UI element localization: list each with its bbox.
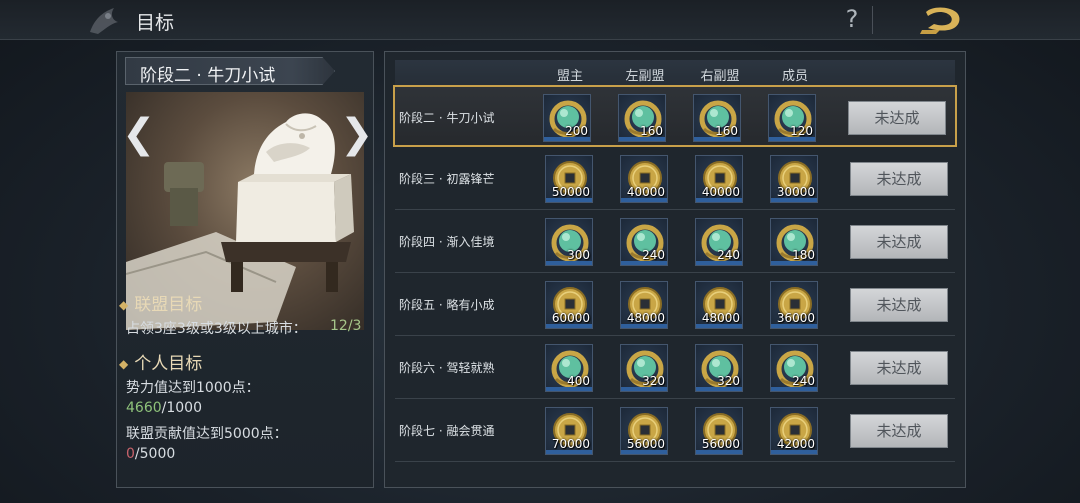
jade-reward-icon[interactable]: 180 <box>770 218 818 266</box>
contribution-goal-progress: 0/5000 <box>126 446 175 462</box>
power-goal-text: 势力值达到1000点： <box>126 380 260 396</box>
jade-reward-icon[interactable]: 320 <box>620 344 668 392</box>
table-row[interactable]: 阶段七 · 融会贯通 70000 56000 56000 42000 未达成 <box>395 400 955 462</box>
stage-reward-table[interactable]: 盟主 左副盟 右副盟 成员 阶段二 · 牛刀小试 200 160 160 120 未达成阶… <box>384 51 966 488</box>
reward-amount: 40000 <box>626 185 665 199</box>
jade-reward-icon[interactable]: 320 <box>695 344 743 392</box>
jade-reward-icon[interactable]: 160 <box>618 94 666 142</box>
table-row[interactable]: 阶段六 · 驾轻就熟 400 320 320 240 未达成 <box>395 337 955 399</box>
column-header-member: 成员 <box>781 69 808 84</box>
table-row[interactable]: 阶段五 · 略有小成 60000 48000 48000 36000 未达成 <box>395 274 955 336</box>
reward-amount: 240 <box>792 374 815 388</box>
jade-reward-icon[interactable]: 400 <box>545 344 593 392</box>
coin-reward-icon[interactable]: 30000 <box>770 155 818 203</box>
contribution-goal-text: 联盟贡献值达到5000点： <box>126 426 288 442</box>
reward-amount: 160 <box>640 124 663 138</box>
divider <box>872 6 873 34</box>
diamond-bullet-icon: ◆ <box>119 298 129 312</box>
reward-amount: 160 <box>715 124 738 138</box>
contribution-current: 0 <box>126 446 135 462</box>
jade-reward-icon[interactable]: 240 <box>620 218 668 266</box>
reward-amount: 48000 <box>626 311 665 325</box>
coin-reward-icon[interactable]: 56000 <box>695 407 743 455</box>
coin-reward-icon[interactable]: 40000 <box>695 155 743 203</box>
stage-title: 阶段二 · 牛刀小试 <box>140 66 276 86</box>
row-stage-name: 阶段四 · 渐入佳境 <box>399 235 495 249</box>
alliance-goal-progress: 12/3 <box>330 318 362 334</box>
column-header-right-deputy: 右副盟 <box>700 69 740 84</box>
dragon-emblem-icon <box>90 8 118 34</box>
jade-reward-icon[interactable]: 240 <box>770 344 818 392</box>
table-header: 盟主 左副盟 右副盟 成员 <box>395 60 955 86</box>
reward-amount: 200 <box>565 124 588 138</box>
reward-amount: 240 <box>717 248 740 262</box>
next-stage-arrow[interactable]: ❯ <box>340 114 374 154</box>
back-dragon-icon[interactable] <box>918 4 970 36</box>
reward-amount: 42000 <box>776 437 815 451</box>
jade-reward-icon[interactable]: 300 <box>545 218 593 266</box>
row-stage-name: 阶段六 · 驾轻就熟 <box>399 361 495 375</box>
coin-reward-icon[interactable]: 70000 <box>545 407 593 455</box>
reward-amount: 120 <box>790 124 813 138</box>
status-button[interactable]: 未达成 <box>848 101 946 135</box>
table-row[interactable]: 阶段四 · 渐入佳境 300 240 240 180 未达成 <box>395 211 955 273</box>
reward-amount: 48000 <box>701 311 740 325</box>
reward-amount: 50000 <box>551 185 590 199</box>
table-row[interactable]: 阶段三 · 初露锋芒 50000 40000 40000 30000 未达成 <box>395 148 955 210</box>
row-stage-name: 阶段七 · 融会贯通 <box>399 424 495 438</box>
coin-reward-icon[interactable]: 48000 <box>695 281 743 329</box>
reward-amount: 40000 <box>701 185 740 199</box>
help-icon[interactable]: ? <box>840 4 864 34</box>
reward-amount: 300 <box>567 248 590 262</box>
coin-reward-icon[interactable]: 56000 <box>620 407 668 455</box>
top-bar: 目标 ? <box>0 0 1080 40</box>
power-target: /1000 <box>161 400 202 416</box>
table-row[interactable]: 阶段二 · 牛刀小试 200 160 160 120 未达成 <box>393 85 957 147</box>
status-button[interactable]: 未达成 <box>850 351 948 385</box>
prev-stage-arrow[interactable]: ❮ <box>122 114 156 154</box>
power-current: 4660 <box>126 400 162 416</box>
jade-reward-icon[interactable]: 240 <box>695 218 743 266</box>
coin-reward-icon[interactable]: 60000 <box>545 281 593 329</box>
power-goal-progress: 4660/1000 <box>126 400 202 416</box>
coin-reward-icon[interactable]: 36000 <box>770 281 818 329</box>
status-button[interactable]: 未达成 <box>850 162 948 196</box>
diamond-bullet-icon: ◆ <box>119 357 129 371</box>
reward-amount: 30000 <box>776 185 815 199</box>
jade-reward-icon[interactable]: 200 <box>543 94 591 142</box>
row-stage-name: 阶段三 · 初露锋芒 <box>399 172 495 186</box>
column-header-left-deputy: 左副盟 <box>625 69 665 84</box>
coin-reward-icon[interactable]: 42000 <box>770 407 818 455</box>
contribution-target: /5000 <box>134 446 176 462</box>
row-stage-name: 阶段五 · 略有小成 <box>399 298 495 312</box>
reward-amount: 400 <box>567 374 590 388</box>
stage-banner: 阶段二 · 牛刀小试 <box>125 57 335 85</box>
coin-reward-icon[interactable]: 48000 <box>620 281 668 329</box>
reward-amount: 240 <box>642 248 665 262</box>
reward-amount: 320 <box>642 374 665 388</box>
reward-amount: 56000 <box>701 437 740 451</box>
reward-amount: 70000 <box>551 437 590 451</box>
reward-amount: 36000 <box>776 311 815 325</box>
page-title: 目标 <box>136 12 175 34</box>
status-button[interactable]: 未达成 <box>850 225 948 259</box>
column-header-leader: 盟主 <box>556 69 583 84</box>
jade-reward-icon[interactable]: 120 <box>768 94 816 142</box>
personal-goal-heading: ◆ 个人目标 <box>119 354 203 374</box>
reward-amount: 320 <box>717 374 740 388</box>
coin-reward-icon[interactable]: 40000 <box>620 155 668 203</box>
status-button[interactable]: 未达成 <box>850 414 948 448</box>
alliance-goal-text: 占领3座3级或3级以上城市： <box>126 321 307 337</box>
coin-reward-icon[interactable]: 50000 <box>545 155 593 203</box>
status-button[interactable]: 未达成 <box>850 288 948 322</box>
alliance-goal-heading: ◆ 联盟目标 <box>119 295 203 315</box>
row-stage-name: 阶段二 · 牛刀小试 <box>399 111 495 125</box>
jade-reward-icon[interactable]: 160 <box>693 94 741 142</box>
reward-amount: 60000 <box>551 311 590 325</box>
reward-amount: 56000 <box>626 437 665 451</box>
reward-amount: 180 <box>792 248 815 262</box>
